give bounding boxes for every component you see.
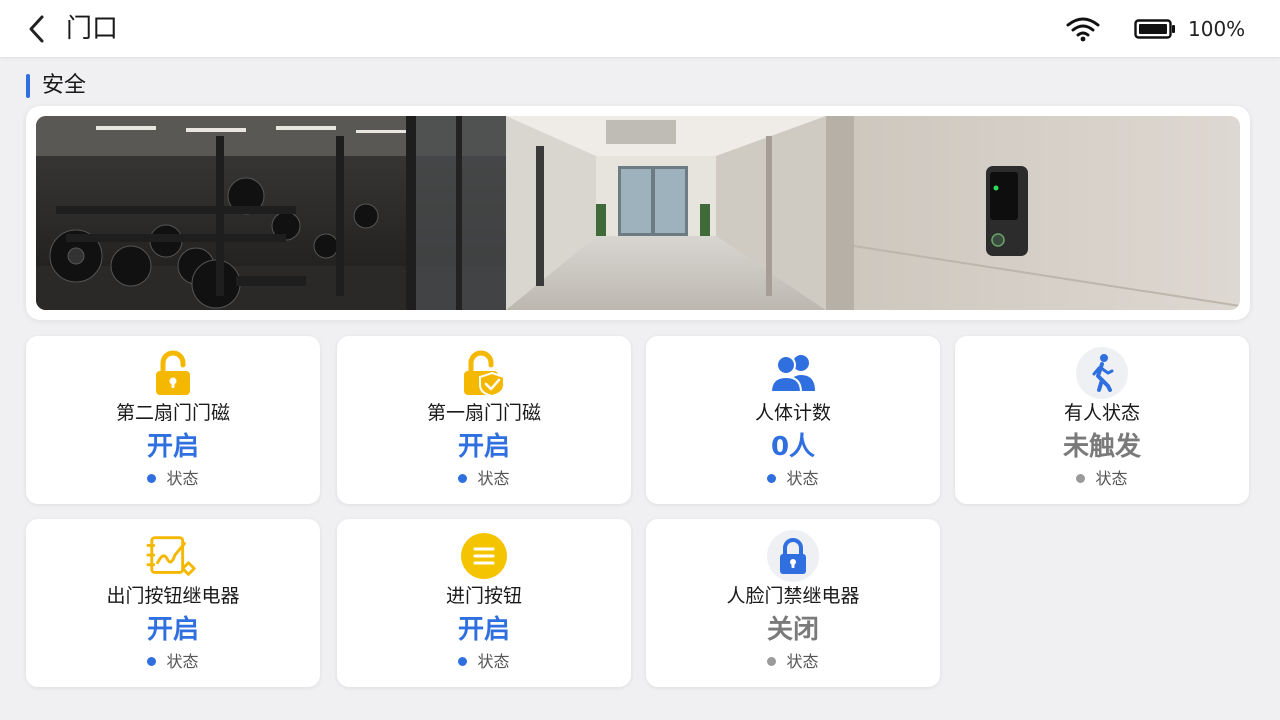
people-icon <box>766 346 820 400</box>
sensor-card-face-access-relay[interactable]: 人脸门禁继电器 关闭 状态 <box>646 519 940 687</box>
status-dot <box>767 657 777 666</box>
padlock-shield-icon <box>457 346 511 400</box>
corridor-panorama-image <box>36 116 1240 310</box>
card-status: 状态 <box>337 468 631 490</box>
chevron-left-icon <box>29 15 44 43</box>
status-label: 状态 <box>166 469 199 488</box>
card-value: 开启 <box>457 615 510 645</box>
status-dot <box>458 657 468 666</box>
card-status: 状态 <box>26 468 320 490</box>
status-dot <box>1076 474 1086 483</box>
card-label: 出门按钮继电器 <box>106 585 240 607</box>
card-status: 状态 <box>26 651 320 673</box>
section-title: 安全 <box>42 73 87 98</box>
menu-circle-icon <box>457 529 511 583</box>
padlock-icon <box>146 346 200 400</box>
card-label: 有人状态 <box>1063 402 1140 424</box>
sensor-card-entry-button[interactable]: 进门按钮 开启 状态 <box>337 519 631 687</box>
card-value: 未触发 <box>1062 432 1141 462</box>
lock-icon <box>766 529 820 583</box>
card-value: 0人 <box>770 432 816 462</box>
card-label: 第二扇门门磁 <box>115 402 230 424</box>
card-label: 人体计数 <box>754 402 831 424</box>
status-label: 状态 <box>1095 469 1128 488</box>
card-label: 第一扇门门磁 <box>426 402 541 424</box>
card-label: 进门按钮 <box>445 585 522 607</box>
card-value: 开启 <box>146 615 199 645</box>
card-status: 状态 <box>646 468 940 490</box>
status-label: 状态 <box>477 469 510 488</box>
status-dot <box>767 474 777 483</box>
status-dot <box>458 474 468 483</box>
wifi-icon <box>1066 17 1100 42</box>
battery-full-icon <box>1134 19 1175 39</box>
status-label: 状态 <box>477 652 510 671</box>
banner-card <box>26 106 1250 320</box>
sensor-card-presence[interactable]: 有人状态 未触发 状态 <box>955 336 1249 504</box>
back-button[interactable] <box>20 12 54 46</box>
status-label: 状态 <box>786 652 819 671</box>
relay-signature-icon <box>146 529 200 583</box>
card-status: 状态 <box>955 468 1249 490</box>
card-value: 开启 <box>146 432 199 462</box>
card-status: 状态 <box>646 651 940 673</box>
sensor-card-second-door-magnet[interactable]: 第二扇门门磁 开启 状态 <box>26 336 320 504</box>
sensor-card-first-door-magnet[interactable]: 第一扇门门磁 开启 状态 <box>337 336 631 504</box>
card-value: 开启 <box>457 432 510 462</box>
battery-percentage: 100% <box>1188 17 1246 41</box>
status-dot <box>147 474 157 483</box>
section-accent-bar <box>26 74 30 98</box>
top-bar: 门口 100% <box>0 0 1280 58</box>
status-dot <box>147 657 157 666</box>
card-value: 关闭 <box>766 615 819 645</box>
card-label: 人脸门禁继电器 <box>726 585 860 607</box>
status-label: 状态 <box>166 652 199 671</box>
sensor-card-people-count[interactable]: 人体计数 0人 状态 <box>646 336 940 504</box>
status-label: 状态 <box>786 469 819 488</box>
walking-person-icon <box>1075 346 1129 400</box>
sensor-card-exit-button-relay[interactable]: 出门按钮继电器 开启 状态 <box>26 519 320 687</box>
page-title: 门口 <box>66 14 119 44</box>
card-status: 状态 <box>337 651 631 673</box>
